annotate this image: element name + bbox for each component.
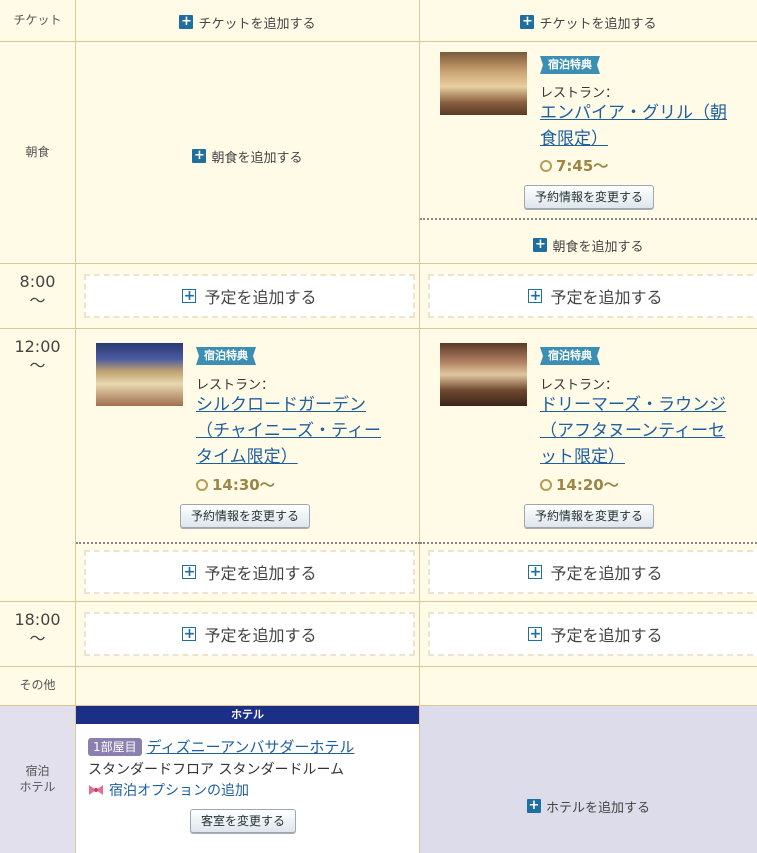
time-row-1200: 12:00 〜 宿泊特典 レストラン： シルクロードガーデン （チャイニーズ・ティ… xyxy=(0,329,757,602)
time-label-1800: 18:00 〜 xyxy=(0,602,76,666)
plus-icon: + xyxy=(182,626,197,642)
plus-icon: + xyxy=(520,14,535,29)
plus-icon: + xyxy=(182,564,197,580)
restaurant-type-label: レストラン： xyxy=(196,378,275,393)
lunch-reservation-card-day1: 宿泊特典 レストラン： シルクロードガーデン （チャイニーズ・ティー タイム限定… xyxy=(76,329,420,543)
time-label-0800: 8:00 〜 xyxy=(0,264,76,328)
time-row-1800: 18:00 〜 + 予定を追加する + 予定を追加する xyxy=(0,602,757,667)
hotel-card-header: ホテル xyxy=(76,706,419,724)
clock-icon xyxy=(196,478,208,491)
ticket-row-label: チケット xyxy=(0,0,76,41)
restaurant-photo xyxy=(440,52,527,115)
add-hotel-link-day2[interactable]: + ホテルを追加する xyxy=(526,797,650,816)
other-row: その他 xyxy=(0,667,757,706)
change-reservation-button[interactable]: 予約情報を変更する xyxy=(180,504,311,528)
hotel-name-link[interactable]: ディズニーアンバサダーホテル xyxy=(147,736,355,757)
reservation-time: 14:20〜 xyxy=(540,474,619,495)
add-breakfast-link-day1[interactable]: + 朝食を追加する xyxy=(192,147,303,166)
reservation-time: 14:30〜 xyxy=(196,474,275,495)
plus-icon: + xyxy=(533,237,548,252)
add-plan-slot-1800-day1[interactable]: + 予定を追加する xyxy=(84,612,415,656)
change-room-button[interactable]: 客室を変更する xyxy=(190,809,297,833)
add-plan-slot-1800-day2[interactable]: + 予定を追加する xyxy=(428,612,757,656)
itinerary-grid: チケット + チケットを追加する + チケットを追加する 朝食 + 朝食を追加する 宿… xyxy=(0,0,757,853)
add-ticket-link-day1[interactable]: + チケットを追加する xyxy=(179,13,316,32)
hotel-card: ホテル 1部屋目 ディズニーアンバサダーホテル スタンダードフロア スタンダード… xyxy=(76,706,420,853)
add-plan-slot-0800-day1[interactable]: + 予定を追加する xyxy=(84,274,415,318)
time-row-0800: 8:00 〜 + 予定を追加する + 予定を追加する xyxy=(0,264,757,329)
restaurant-name-link[interactable]: シルクロードガーデン （チャイニーズ・ティー タイム限定） xyxy=(196,392,381,470)
other-row-label: その他 xyxy=(0,667,76,705)
hotel-benefit-badge: 宿泊特典 xyxy=(540,347,600,365)
add-breakfast-link-day2[interactable]: + 朝食を追加する xyxy=(533,236,644,255)
stay-option-link[interactable]: 宿泊オプションの追加 xyxy=(88,780,249,800)
breakfast-reservation-card: 宿泊特典 レストラン： エンパイア・グリル（朝 食限定） 7:45〜 予約情報を… xyxy=(420,42,757,222)
restaurant-photo xyxy=(440,343,527,406)
ribbon-icon xyxy=(89,785,103,795)
plus-icon: + xyxy=(182,288,197,304)
ticket-row: チケット + チケットを追加する + チケットを追加する xyxy=(0,0,757,42)
restaurant-type-label: レストラン： xyxy=(540,378,619,393)
hotel-row: 宿泊 ホテル ホテル 1部屋目 ディズニーアンバサダーホテル スタンダードフロア … xyxy=(0,706,757,853)
plus-icon: + xyxy=(526,798,541,813)
divider xyxy=(420,542,757,544)
add-ticket-link-day2[interactable]: + チケットを追加する xyxy=(520,13,657,32)
hotel-row-label: 宿泊 ホテル xyxy=(0,706,76,853)
change-reservation-button[interactable]: 予約情報を変更する xyxy=(524,504,655,528)
reservation-time: 7:45〜 xyxy=(540,155,608,176)
add-plan-slot-1200-day2[interactable]: + 予定を追加する xyxy=(428,550,757,594)
add-plan-slot-0800-day2[interactable]: + 予定を追加する xyxy=(428,274,757,318)
breakfast-row-label: 朝食 xyxy=(0,42,76,263)
restaurant-name-link[interactable]: エンパイア・グリル（朝 食限定） xyxy=(540,100,727,152)
breakfast-row: 朝食 + 朝食を追加する 宿泊特典 レストラン： エンパイア・グリル（朝 食限定）… xyxy=(0,42,757,264)
add-plan-slot-1200-day1[interactable]: + 予定を追加する xyxy=(84,550,415,594)
restaurant-type-label: レストラン： xyxy=(540,86,619,101)
plus-icon: + xyxy=(179,14,194,29)
hotel-benefit-badge: 宿泊特典 xyxy=(196,347,256,365)
restaurant-photo xyxy=(96,343,183,406)
plus-icon: + xyxy=(528,626,543,642)
room-number-tag: 1部屋目 xyxy=(88,737,142,756)
plus-icon: + xyxy=(528,288,543,304)
divider xyxy=(76,542,420,544)
time-label-1200: 12:00 〜 xyxy=(0,329,76,601)
room-type: スタンダードフロア スタンダードルーム xyxy=(88,762,345,778)
divider xyxy=(420,218,757,220)
clock-icon xyxy=(540,159,552,172)
plus-icon: + xyxy=(192,148,207,163)
plus-icon: + xyxy=(528,564,543,580)
hotel-benefit-badge: 宿泊特典 xyxy=(540,56,600,74)
clock-icon xyxy=(540,478,552,491)
restaurant-name-link[interactable]: ドリーマーズ・ラウンジ （アフタヌーンティーセ ット限定） xyxy=(540,392,726,470)
change-reservation-button[interactable]: 予約情報を変更する xyxy=(524,185,655,209)
lunch-reservation-card-day2: 宿泊特典 レストラン： ドリーマーズ・ラウンジ （アフタヌーンティーセ ット限定… xyxy=(420,329,757,543)
